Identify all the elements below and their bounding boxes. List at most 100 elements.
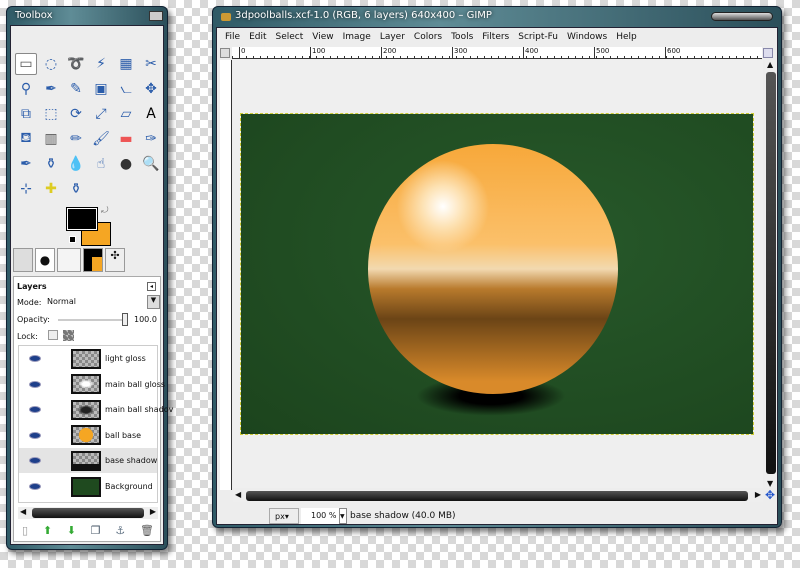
menu-script-fu[interactable]: Script-Fu — [518, 32, 558, 42]
tool-bucket-fill[interactable]: ⛾ — [15, 128, 37, 150]
tool-color-picker[interactable]: ✎ — [65, 78, 87, 100]
navigate-icon[interactable]: ✥ — [765, 488, 775, 502]
tool-heal[interactable]: ✚ — [40, 178, 62, 200]
menu-select[interactable]: Select — [276, 32, 304, 42]
opacity-value[interactable]: 100.0 — [134, 315, 157, 324]
tool-ink[interactable]: ✒ — [15, 153, 37, 175]
opacity-slider[interactable] — [58, 319, 128, 321]
lock-pixels-checkbox[interactable] — [48, 330, 58, 340]
close-button[interactable] — [149, 11, 163, 21]
visibility-eye-icon[interactable] — [29, 431, 41, 439]
layer-row[interactable]: main ball gloss — [19, 372, 165, 397]
mode-select[interactable]: Normal ▼ — [44, 295, 160, 309]
menu-colors[interactable]: Colors — [414, 32, 442, 42]
tool-shear[interactable]: ▱ — [115, 103, 137, 125]
scrollbar-thumb[interactable] — [32, 508, 144, 518]
tool-pencil[interactable]: ✏ — [65, 128, 87, 150]
quick-mask-corner[interactable] — [220, 48, 230, 58]
tool-blur[interactable]: 💧 — [65, 153, 87, 175]
horizontal-scrollbar[interactable]: ◀ ▶ — [233, 490, 763, 502]
tool-clone-perspective[interactable]: ⚱ — [65, 178, 87, 200]
tool-paths[interactable]: ✒ — [40, 78, 62, 100]
menu-view[interactable]: View — [312, 32, 333, 42]
tool-rotate[interactable]: ⟳ — [65, 103, 87, 125]
tool-fuzzy-select[interactable]: ⚡ — [90, 53, 112, 75]
menu-layer[interactable]: Layer — [380, 32, 405, 42]
menu-file[interactable]: File — [225, 32, 240, 42]
scroll-right-arrow[interactable]: ▶ — [150, 507, 156, 516]
layer-row[interactable]: light gloss — [19, 346, 157, 371]
tab-tool-options[interactable] — [13, 248, 33, 272]
delete-layer-icon[interactable]: 🗑 — [140, 524, 154, 537]
tool-airbrush[interactable]: ✑ — [140, 128, 162, 150]
layer-row[interactable]: ball base — [19, 423, 157, 448]
tool-eraser[interactable]: ▬ — [115, 128, 137, 150]
scroll-down-arrow[interactable]: ▼ — [767, 479, 773, 488]
visibility-eye-icon[interactable] — [29, 457, 41, 465]
tool-dodge-burn[interactable]: ● — [115, 153, 137, 175]
tool-crop[interactable]: ⬚ — [40, 103, 62, 125]
tool-color-select[interactable]: ▦ — [115, 53, 137, 75]
menu-help[interactable]: Help — [616, 32, 637, 42]
menu-edit[interactable]: Edit — [249, 32, 266, 42]
tab-colors[interactable] — [83, 248, 103, 272]
tab-layers[interactable] — [57, 248, 81, 272]
tool-paintbrush[interactable]: 🖌 — [90, 128, 112, 150]
tab-brushes[interactable]: ● — [35, 248, 55, 272]
tool-zoom-crop[interactable]: ▣ — [90, 78, 112, 100]
tool-scissors[interactable]: ✂ — [140, 53, 162, 75]
visibility-eye-icon[interactable] — [29, 380, 41, 388]
window-controls[interactable] — [711, 12, 773, 21]
scroll-left-arrow[interactable]: ◀ — [235, 490, 241, 499]
lock-alpha-checkbox[interactable] — [63, 330, 74, 341]
tool-move[interactable]: ✥ — [140, 78, 162, 100]
new-layer-icon[interactable]: ▯ — [22, 524, 28, 537]
tool-clone[interactable]: ⚱ — [40, 153, 62, 175]
menu-filters[interactable]: Filters — [482, 32, 509, 42]
swap-colors-icon[interactable]: ⤾ — [101, 206, 109, 216]
layer-row[interactable]: base shadow — [19, 448, 157, 474]
menu-image[interactable]: Image — [343, 32, 371, 42]
canvas-area[interactable] — [233, 60, 763, 488]
tab-paths[interactable]: ✣ — [105, 248, 125, 272]
chevron-down-icon[interactable]: ▼ — [339, 508, 347, 524]
layer-row[interactable]: main ball shadov — [19, 397, 173, 422]
dock-menu-button[interactable]: ◂ — [147, 282, 156, 291]
unit-select[interactable]: px▾ — [269, 508, 299, 524]
tool-rect-select[interactable]: ▭ — [15, 53, 37, 75]
tool-align[interactable]: ⧉ — [15, 103, 37, 125]
tool-blend[interactable]: ▥ — [40, 128, 62, 150]
tool-text[interactable]: A — [140, 103, 162, 125]
tool-scale[interactable]: ⤢ — [90, 103, 112, 125]
menu-tools[interactable]: Tools — [451, 32, 473, 42]
layer-list-scrollbar[interactable]: ◀ ▶ — [18, 507, 158, 519]
scroll-up-arrow[interactable]: ▲ — [767, 60, 773, 69]
tool-perspective-clone-placeholder[interactable]: ⊹ — [15, 178, 37, 200]
duplicate-layer-icon[interactable]: ❐ — [91, 524, 101, 537]
foreground-color-swatch[interactable] — [66, 207, 98, 231]
visibility-eye-icon[interactable] — [29, 355, 41, 362]
layer-row[interactable]: Background — [19, 474, 157, 499]
menu-windows[interactable]: Windows — [567, 32, 607, 42]
vertical-scrollbar-thumb[interactable] — [766, 72, 776, 474]
vertical-scrollbar[interactable]: ▲ ▼ — [765, 60, 777, 488]
zoom-fit-button[interactable] — [763, 48, 773, 58]
tool-smudge[interactable]: ☝ — [90, 153, 112, 175]
raise-layer-icon[interactable]: ⬆ — [43, 524, 52, 537]
visibility-eye-icon[interactable] — [29, 406, 41, 414]
tool-ellipse-select[interactable]: ◌ — [40, 53, 62, 75]
scroll-right-arrow[interactable]: ▶ — [755, 490, 761, 499]
tool-magnify[interactable]: 🔍 — [140, 153, 162, 175]
horizontal-scrollbar-thumb[interactable] — [246, 491, 748, 501]
default-colors-icon[interactable] — [69, 236, 76, 243]
opacity-slider-handle[interactable] — [122, 313, 128, 326]
tool-foreground-select[interactable]: ⚲ — [15, 78, 37, 100]
image-canvas[interactable] — [240, 113, 754, 435]
visibility-eye-icon[interactable] — [29, 483, 41, 490]
tool-measure[interactable]: ⦦ — [115, 78, 137, 100]
zoom-select[interactable]: 100 % ▼ — [301, 508, 347, 524]
lower-layer-icon[interactable]: ⬇ — [67, 524, 76, 537]
scroll-left-arrow[interactable]: ◀ — [20, 507, 26, 516]
tool-free-select[interactable]: ➰ — [65, 53, 87, 75]
anchor-layer-icon[interactable]: ⚓ — [115, 524, 125, 537]
